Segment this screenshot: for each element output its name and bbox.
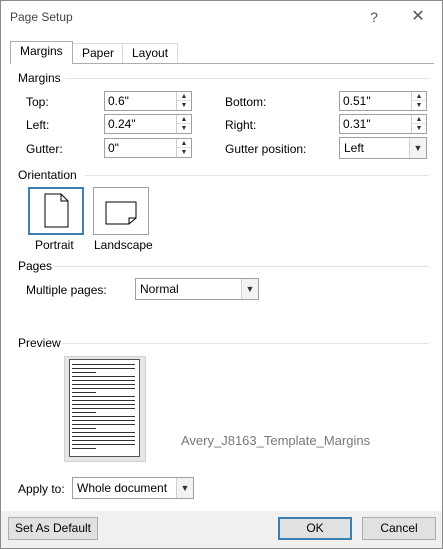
chevron-down-icon: ▼	[176, 478, 193, 498]
spin-down-icon[interactable]: ▼	[412, 124, 426, 133]
dialog-footer: Set As Default OK Cancel	[1, 511, 442, 548]
bottom-label: Bottom:	[225, 95, 267, 109]
spin-up-icon[interactable]: ▲	[177, 115, 191, 124]
landscape-label: Landscape	[94, 238, 153, 252]
ok-button[interactable]: OK	[278, 517, 352, 540]
preview-page-thumbnail	[69, 359, 140, 457]
spin-up-icon[interactable]: ▲	[412, 92, 426, 101]
page-setup-dialog: Page Setup ? ✕ Margins Paper Layout Marg…	[0, 0, 443, 549]
portrait-page-icon	[44, 193, 69, 228]
right-margin-spinner[interactable]: 0.31" ▲ ▼	[339, 114, 427, 134]
spin-down-icon[interactable]: ▼	[177, 101, 191, 110]
orientation-section-title: Orientation	[18, 168, 77, 182]
chevron-down-icon: ▼	[409, 138, 426, 158]
spin-up-icon[interactable]: ▲	[177, 92, 191, 101]
left-margin-value: 0.24"	[108, 117, 136, 131]
gutter-position-value: Left	[344, 141, 365, 155]
top-label: Top:	[26, 95, 49, 109]
multiple-pages-value: Normal	[140, 282, 179, 296]
apply-to-label: Apply to:	[18, 482, 65, 496]
gutter-label: Gutter:	[26, 142, 63, 156]
multiple-pages-select[interactable]: Normal ▼	[135, 278, 259, 300]
portrait-button[interactable]	[28, 187, 84, 235]
right-margin-value: 0.31"	[343, 117, 371, 131]
margins-divider	[65, 78, 429, 79]
tab-paper[interactable]: Paper	[72, 43, 125, 63]
bottom-margin-spinner[interactable]: 0.51" ▲ ▼	[339, 91, 427, 111]
orientation-divider	[85, 175, 429, 176]
spin-up-icon[interactable]: ▲	[412, 115, 426, 124]
landscape-button[interactable]	[93, 187, 149, 235]
right-label: Right:	[225, 118, 257, 132]
pages-divider	[53, 266, 429, 267]
apply-to-select[interactable]: Whole document ▼	[72, 477, 194, 499]
tab-margins[interactable]: Margins	[10, 41, 73, 64]
dialog-title: Page Setup	[10, 10, 73, 24]
close-button[interactable]: ✕	[405, 6, 431, 28]
bottom-margin-value: 0.51"	[343, 94, 371, 108]
landscape-page-icon	[105, 201, 137, 225]
help-button[interactable]: ?	[361, 6, 387, 28]
preview-divider	[63, 343, 429, 344]
preview-template-name: Avery_J8163_Template_Margins	[181, 433, 371, 448]
multiple-pages-label: Multiple pages:	[26, 283, 107, 297]
gutter-spinner[interactable]: 0" ▲ ▼	[104, 138, 192, 158]
portrait-label: Portrait	[35, 238, 74, 252]
gutter-position-select[interactable]: Left ▼	[339, 137, 427, 159]
pages-section-title: Pages	[18, 259, 53, 273]
preview-section-title: Preview	[18, 336, 61, 350]
top-margin-value: 0.6"	[108, 94, 129, 108]
chevron-down-icon: ▼	[241, 279, 258, 299]
spin-down-icon[interactable]: ▼	[412, 101, 426, 110]
tab-layout[interactable]: Layout	[122, 43, 179, 63]
margins-section-title: Margins	[18, 71, 61, 85]
apply-to-value: Whole document	[77, 481, 168, 495]
spin-up-icon[interactable]: ▲	[177, 139, 191, 148]
left-margin-spinner[interactable]: 0.24" ▲ ▼	[104, 114, 192, 134]
spin-down-icon[interactable]: ▼	[177, 148, 191, 157]
left-label: Left:	[26, 118, 50, 132]
gutter-position-label: Gutter position:	[225, 142, 307, 156]
cancel-button[interactable]: Cancel	[362, 517, 436, 540]
top-margin-spinner[interactable]: 0.6" ▲ ▼	[104, 91, 192, 111]
title-bar: Page Setup ? ✕	[1, 1, 442, 33]
gutter-value: 0"	[108, 141, 119, 155]
spin-down-icon[interactable]: ▼	[177, 124, 191, 133]
set-as-default-button[interactable]: Set As Default	[8, 517, 98, 540]
